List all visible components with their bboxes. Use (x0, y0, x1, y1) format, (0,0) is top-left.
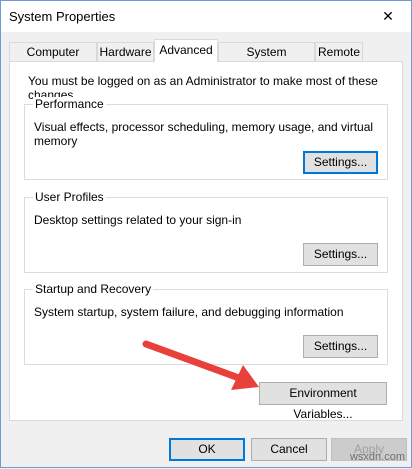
startup-recovery-description: System startup, system failure, and debu… (34, 305, 344, 319)
performance-title: Performance (33, 97, 106, 111)
advanced-tab-panel: You must be logged on as an Administrato… (9, 61, 403, 421)
user-profiles-description: Desktop settings related to your sign-in (34, 213, 242, 227)
tab-system-protection[interactable]: System Protection (218, 42, 315, 77)
close-button[interactable]: ✕ (365, 1, 411, 32)
window-title: System Properties (9, 9, 116, 24)
tab-computer-name[interactable]: Computer Name (9, 42, 97, 77)
watermark-text: wsxdn.com (349, 451, 405, 463)
title-bar: System Properties ✕ (1, 1, 411, 32)
startup-recovery-settings-button[interactable]: Settings... (303, 335, 378, 358)
performance-group: Performance Visual effects, processor sc… (24, 97, 388, 180)
system-properties-window: System Properties ✕ Computer Name Hardwa… (0, 0, 412, 468)
performance-description: Visual effects, processor scheduling, me… (34, 120, 374, 148)
environment-variables-button[interactable]: Environment Variables... (259, 382, 387, 421)
performance-settings-button[interactable]: Settings... (303, 151, 378, 174)
tab-hardware[interactable]: Hardware (97, 42, 154, 62)
tab-remote[interactable]: Remote (315, 42, 363, 62)
ok-button[interactable]: OK (169, 438, 245, 461)
user-profiles-settings-button[interactable]: Settings... (303, 243, 378, 266)
startup-recovery-title: Startup and Recovery (33, 282, 154, 296)
user-profiles-group: User Profiles Desktop settings related t… (24, 190, 388, 273)
user-profiles-title: User Profiles (33, 190, 106, 204)
startup-recovery-group: Startup and Recovery System startup, sys… (24, 282, 388, 365)
cancel-button[interactable]: Cancel (251, 438, 327, 461)
tab-advanced[interactable]: Advanced (154, 39, 218, 62)
